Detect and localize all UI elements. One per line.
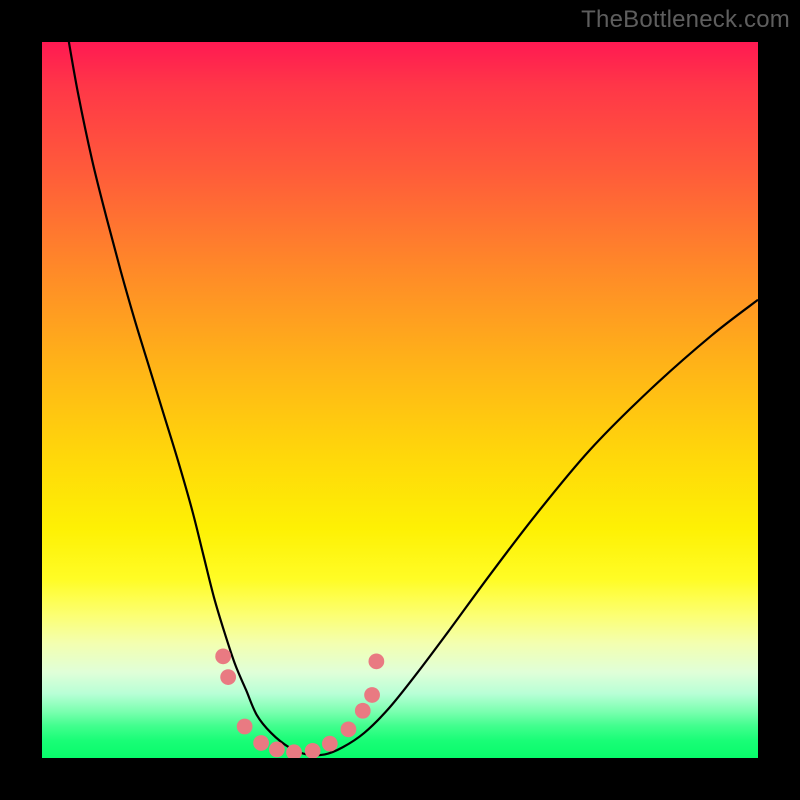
marker-group xyxy=(215,648,384,758)
data-marker xyxy=(253,735,269,751)
data-marker xyxy=(368,653,384,669)
data-marker xyxy=(341,721,357,737)
plot-area xyxy=(42,42,758,758)
data-marker xyxy=(305,743,321,758)
data-marker xyxy=(269,742,285,758)
data-marker xyxy=(364,687,380,703)
data-marker xyxy=(322,736,338,752)
data-marker xyxy=(215,648,231,664)
data-marker xyxy=(355,703,371,719)
chart-frame: TheBottleneck.com xyxy=(0,0,800,800)
data-marker xyxy=(237,719,253,735)
watermark-text: TheBottleneck.com xyxy=(581,6,790,34)
chart-svg xyxy=(42,42,758,758)
bottleneck-curve xyxy=(67,42,758,755)
data-marker xyxy=(220,669,236,685)
